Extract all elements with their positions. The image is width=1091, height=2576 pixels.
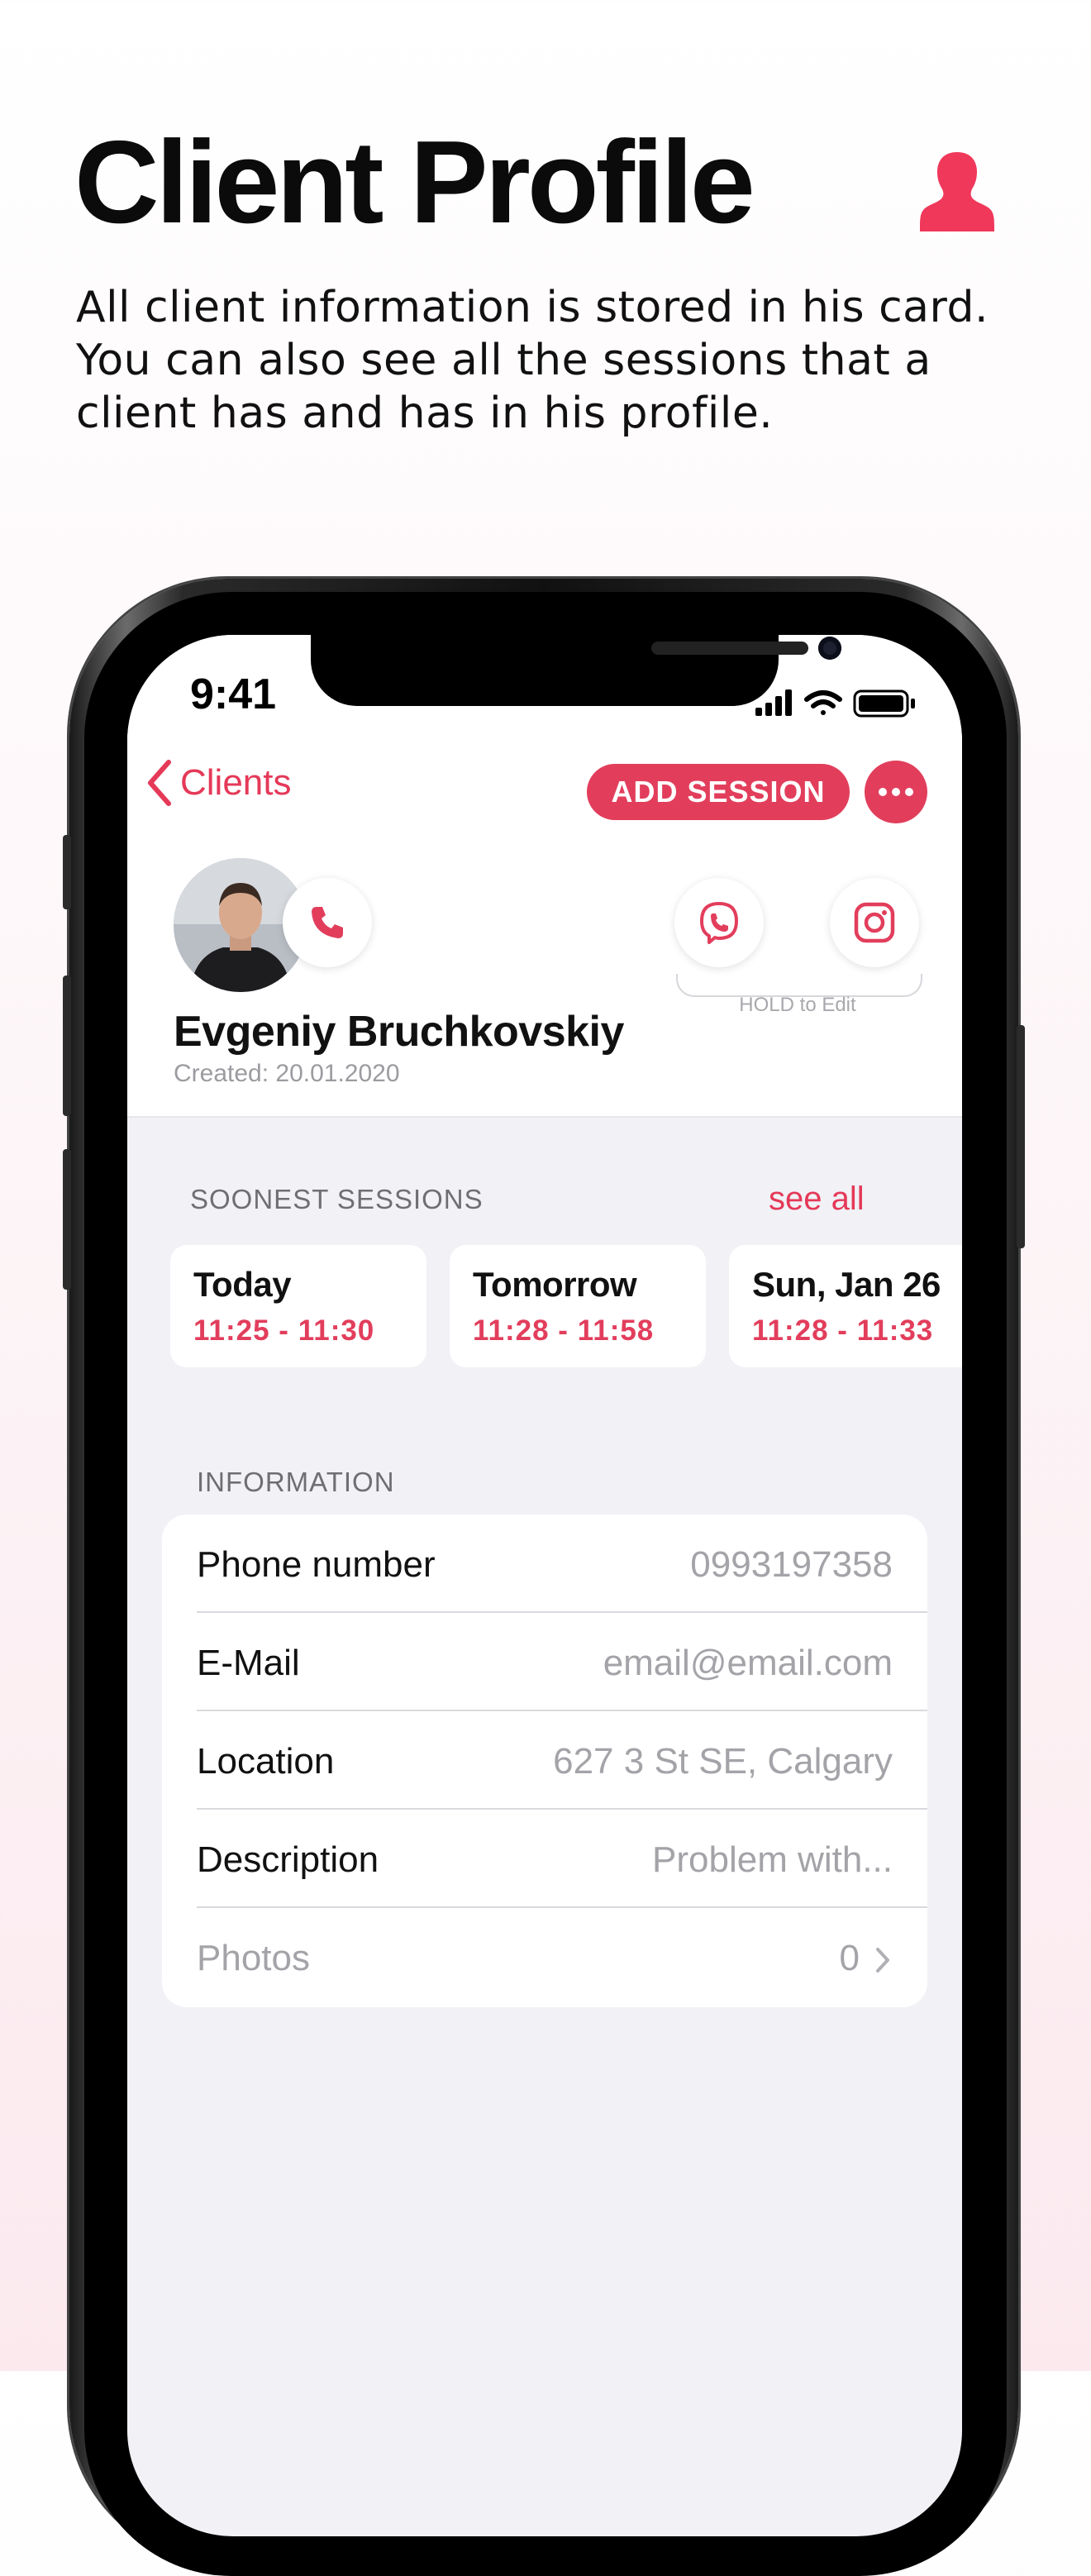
info-value: email@email.com [603,1643,893,1683]
info-row-email[interactable]: E-Mail email@email.com [162,1613,927,1711]
add-session-button[interactable]: ADD SESSION [587,764,850,820]
information-title: INFORMATION [197,1467,395,1497]
instagram-button[interactable] [830,878,919,967]
phone-icon [312,907,343,938]
info-label: Location [197,1741,335,1782]
battery-icon [853,689,915,718]
info-label: Photos [197,1938,310,1978]
back-label: Clients [180,762,292,803]
session-day: Today [193,1265,292,1304]
signal-icon [755,689,792,716]
info-row-description[interactable]: Description Problem with... [162,1810,927,1908]
info-label: E-Mail [197,1643,300,1683]
client-name: Evgeniy Bruchkovskiy [174,1008,624,1056]
information-card: Phone number 0993197358 E-Mail email@ema… [162,1515,927,2007]
session-hours: 11:25 - 11:30 [193,1314,375,1347]
session-card[interactable]: Sun, Jan 26 11:28 - 11:33 [729,1245,962,1367]
page-title: Client Profile [74,117,755,248]
info-value: 0 [839,1938,860,1978]
status-icons [755,689,915,718]
back-button[interactable]: Clients [145,759,292,807]
phone-screen: 9:41 Clients ADD SESSION HOLD to Edit Ev… [127,635,962,2536]
info-row-phone[interactable]: Phone number 0993197358 [162,1515,927,1613]
info-row-location[interactable]: Location 627 3 St SE, Calgary [162,1711,927,1810]
status-time: 9:41 [190,670,277,718]
person-silhouette-icon [920,152,994,231]
info-value: Problem with... [652,1839,893,1880]
chevron-right-icon [876,1948,889,1973]
power-button [1017,1025,1025,1248]
info-row-photos[interactable]: Photos 0 [162,1908,927,2006]
chevron-left-icon [148,760,171,806]
info-label: Description [197,1839,379,1880]
session-card[interactable]: Today 11:25 - 11:30 [170,1245,426,1367]
notch [311,635,841,706]
session-day: Sun, Jan 26 [752,1265,941,1304]
instagram-icon [854,902,895,943]
soonest-sessions-title: SOONEST SESSIONS [190,1184,484,1214]
volume-up-button [63,976,71,1116]
page-subtitle: All client information is stored in his … [76,283,989,438]
call-button[interactable] [283,878,372,967]
info-value: 627 3 St SE, Calgary [553,1741,893,1782]
ellipsis-icon[interactable] [865,761,927,823]
session-hours: 11:28 - 11:58 [473,1314,655,1347]
created-date: Created: 20.01.2020 [174,1060,400,1087]
speaker [651,642,808,655]
hold-to-edit-hint: HOLD to Edit [739,994,856,1016]
wifi-icon [804,690,842,715]
volume-down-button [63,1149,71,1290]
info-label: Phone number [197,1544,436,1585]
front-camera [818,637,841,660]
viber-icon [700,902,738,944]
session-hours: 11:28 - 11:33 [752,1314,934,1347]
see-all-link[interactable]: see all [769,1181,865,1218]
info-value: 0993197358 [690,1544,893,1585]
session-day: Tomorrow [473,1265,637,1304]
viber-button[interactable] [674,878,764,967]
session-card[interactable]: Tomorrow 11:28 - 11:58 [450,1245,706,1367]
mute-switch [63,835,71,909]
